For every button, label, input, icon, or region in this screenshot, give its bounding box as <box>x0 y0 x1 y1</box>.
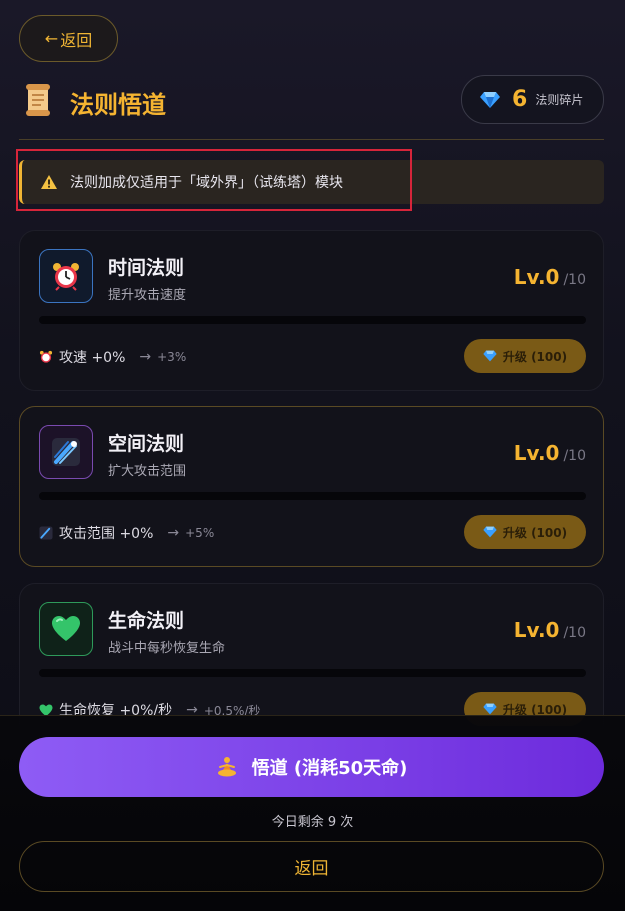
gem-icon <box>483 350 497 362</box>
page-header: 法则悟道 6 法则碎片 <box>19 75 604 125</box>
arrow-right-icon: → <box>139 349 152 365</box>
page-title: 法则悟道 <box>70 91 166 119</box>
comet-icon <box>52 438 80 466</box>
gem-icon <box>483 703 497 715</box>
law-progress-bar <box>39 492 586 500</box>
meditation-icon <box>217 757 236 777</box>
law-progress-bar <box>39 316 586 324</box>
law-progress-bar <box>39 669 586 677</box>
upgrade-label: 升级 (100) <box>502 525 568 540</box>
bottom-action-panel: 悟道 (消耗50天命) 今日剩余 9 次 返回 <box>0 715 625 911</box>
law-name: 时间法则 <box>108 257 185 279</box>
law-level: Lv.0/10 <box>513 618 586 642</box>
law-icon-box <box>39 602 93 656</box>
law-stat-value: 攻速 +0% <box>59 350 126 366</box>
law-name: 生命法则 <box>108 610 185 632</box>
law-stat-next: +5% <box>185 526 215 540</box>
meditate-button-label: 悟道 (消耗50天命) <box>251 758 408 779</box>
law-stat: 攻击范围 +0% → +5% <box>39 523 214 543</box>
alarm-clock-icon <box>39 350 53 363</box>
remaining-count: 今日剩余 9 次 <box>271 815 354 830</box>
law-stat-next: +3% <box>157 350 187 364</box>
comet-icon <box>39 526 53 540</box>
back-button-bottom[interactable]: 返回 <box>19 841 604 892</box>
shard-counter: 6 法则碎片 <box>461 75 604 124</box>
meditate-button[interactable]: 悟道 (消耗50天命) <box>19 737 604 797</box>
upgrade-label: 升级 (100) <box>502 349 568 364</box>
header-divider <box>19 139 604 140</box>
law-card-space: 空间法则 扩大攻击范围 Lv.0/10 攻击范围 +0% → +5% 升级 (1… <box>19 406 604 567</box>
law-desc: 战斗中每秒恢复生命 <box>108 641 226 656</box>
back-button[interactable]: ← 返回 <box>19 15 118 62</box>
law-desc: 扩大攻击范围 <box>108 464 187 479</box>
law-icon-box <box>39 425 93 479</box>
law-level: Lv.0/10 <box>513 265 586 289</box>
law-stat: 攻速 +0% → +3% <box>39 347 186 367</box>
alarm-clock-icon <box>53 263 79 291</box>
highlight-frame <box>16 149 412 211</box>
law-icon-box <box>39 249 93 303</box>
upgrade-button[interactable]: 升级 (100) <box>464 339 586 373</box>
shard-count: 6 <box>512 87 528 112</box>
green-heart-icon <box>52 616 80 641</box>
scroll-icon <box>26 84 50 116</box>
gem-icon <box>483 526 497 538</box>
law-level: Lv.0/10 <box>513 441 586 465</box>
back-arrow-icon: ← <box>44 29 59 48</box>
gem-icon <box>480 91 500 108</box>
arrow-right-icon: → <box>167 525 180 541</box>
law-card-time: 时间法则 提升攻击速度 Lv.0/10 攻速 +0% → +3% 升级 (100… <box>19 230 604 391</box>
upgrade-button[interactable]: 升级 (100) <box>464 515 586 549</box>
law-desc: 提升攻击速度 <box>108 288 187 303</box>
back-button-label: 返回 <box>60 30 93 50</box>
law-stat-value: 攻击范围 +0% <box>59 526 154 542</box>
law-name: 空间法则 <box>108 433 185 455</box>
shard-label: 法则碎片 <box>535 93 584 107</box>
